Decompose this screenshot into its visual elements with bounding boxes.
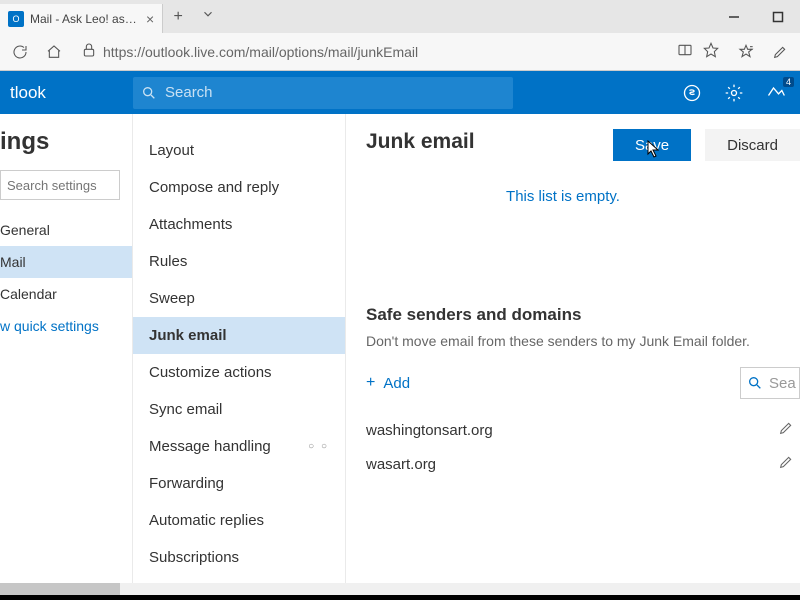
loading-dots-icon: ○ ○ xyxy=(308,441,329,452)
window-minimize-button[interactable] xyxy=(712,0,756,33)
browser-tab[interactable]: O Mail - Ask Leo! askleo.c × xyxy=(0,4,163,33)
search-placeholder-text: Search xyxy=(165,84,213,101)
save-button[interactable]: Save xyxy=(613,129,691,161)
notifications-bell-icon[interactable] xyxy=(764,81,788,105)
mail-option-sync-email[interactable]: Sync email xyxy=(133,391,345,428)
app-name: tlook xyxy=(0,83,133,103)
mail-option-forwarding[interactable]: Forwarding xyxy=(133,465,345,502)
settings-section-calendar[interactable]: Calendar xyxy=(0,278,132,310)
home-button[interactable] xyxy=(40,38,68,66)
browser-address-bar: https://outlook.live.com/mail/options/ma… xyxy=(0,33,800,71)
safe-senders-search-input[interactable]: Sea xyxy=(740,367,800,399)
search-icon xyxy=(133,85,165,101)
settings-heading: ings xyxy=(0,128,132,170)
scrollbar-thumb[interactable] xyxy=(0,583,120,595)
mail-option-layout[interactable]: Layout xyxy=(133,132,345,169)
safe-sender-domain: wasart.org xyxy=(366,456,436,473)
settings-section-mail[interactable]: Mail xyxy=(0,246,132,278)
new-tab-button[interactable]: + xyxy=(163,8,193,26)
window-maximize-button[interactable] xyxy=(756,0,800,33)
settings-section-general[interactable]: General xyxy=(0,214,132,246)
lock-icon xyxy=(81,42,97,61)
horizontal-scrollbar[interactable] xyxy=(0,583,800,595)
mail-option-message-handling[interactable]: Message handling○ ○ xyxy=(133,428,345,465)
mail-option-compose-and-reply[interactable]: Compose and reply xyxy=(133,169,345,206)
reading-view-icon[interactable] xyxy=(677,42,693,61)
mail-option-junk-email[interactable]: Junk email xyxy=(133,317,345,354)
mail-option-customize-actions[interactable]: Customize actions xyxy=(133,354,345,391)
refresh-button[interactable] xyxy=(6,38,34,66)
url-text: https://outlook.live.com/mail/options/ma… xyxy=(103,44,418,60)
settings-search-input[interactable] xyxy=(0,170,120,200)
mail-option-sweep[interactable]: Sweep xyxy=(133,280,345,317)
safe-senders-heading: Safe senders and domains xyxy=(366,305,800,325)
edit-sender-button[interactable] xyxy=(778,454,794,474)
settings-sidebar: ings GeneralMailCalendar w quick setting… xyxy=(0,114,133,595)
mail-option-attachments[interactable]: Attachments xyxy=(133,206,345,243)
main-panel: Junk email Save Discard This list is emp… xyxy=(346,114,800,595)
tab-chevron-icon[interactable] xyxy=(193,7,223,26)
favorites-button[interactable] xyxy=(732,38,760,66)
add-sender-button[interactable]: + Add xyxy=(366,374,410,392)
mail-option-subscriptions[interactable]: Subscriptions xyxy=(133,539,345,576)
mail-option-automatic-replies[interactable]: Automatic replies xyxy=(133,502,345,539)
mail-options-sidebar: LayoutCompose and replyAttachmentsRulesS… xyxy=(133,114,346,595)
plus-icon: + xyxy=(366,374,375,392)
quick-settings-link[interactable]: w quick settings xyxy=(0,310,132,342)
settings-gear-icon[interactable] xyxy=(722,81,746,105)
favicon-icon: O xyxy=(8,11,24,27)
tab-title: Mail - Ask Leo! askleo.c xyxy=(30,12,140,26)
safe-senders-description: Don't move email from these senders to m… xyxy=(366,333,800,349)
skype-icon[interactable] xyxy=(680,81,704,105)
notes-button[interactable] xyxy=(766,38,794,66)
safe-sender-row: washingtonsart.org xyxy=(366,413,800,447)
url-input[interactable]: https://outlook.live.com/mail/options/ma… xyxy=(74,37,726,67)
safe-sender-row: wasart.org xyxy=(366,447,800,481)
outlook-header: tlook Search xyxy=(0,71,800,114)
safe-sender-domain: washingtonsart.org xyxy=(366,422,493,439)
empty-list-message: This list is empty. xyxy=(366,188,800,205)
browser-titlebar: O Mail - Ask Leo! askleo.c × + xyxy=(0,0,800,33)
favorite-star-icon[interactable] xyxy=(703,42,719,61)
close-tab-icon[interactable]: × xyxy=(146,11,154,27)
global-search-input[interactable]: Search xyxy=(133,77,513,109)
mail-option-rules[interactable]: Rules xyxy=(133,243,345,280)
edit-sender-button[interactable] xyxy=(778,420,794,440)
discard-button[interactable]: Discard xyxy=(705,129,800,161)
